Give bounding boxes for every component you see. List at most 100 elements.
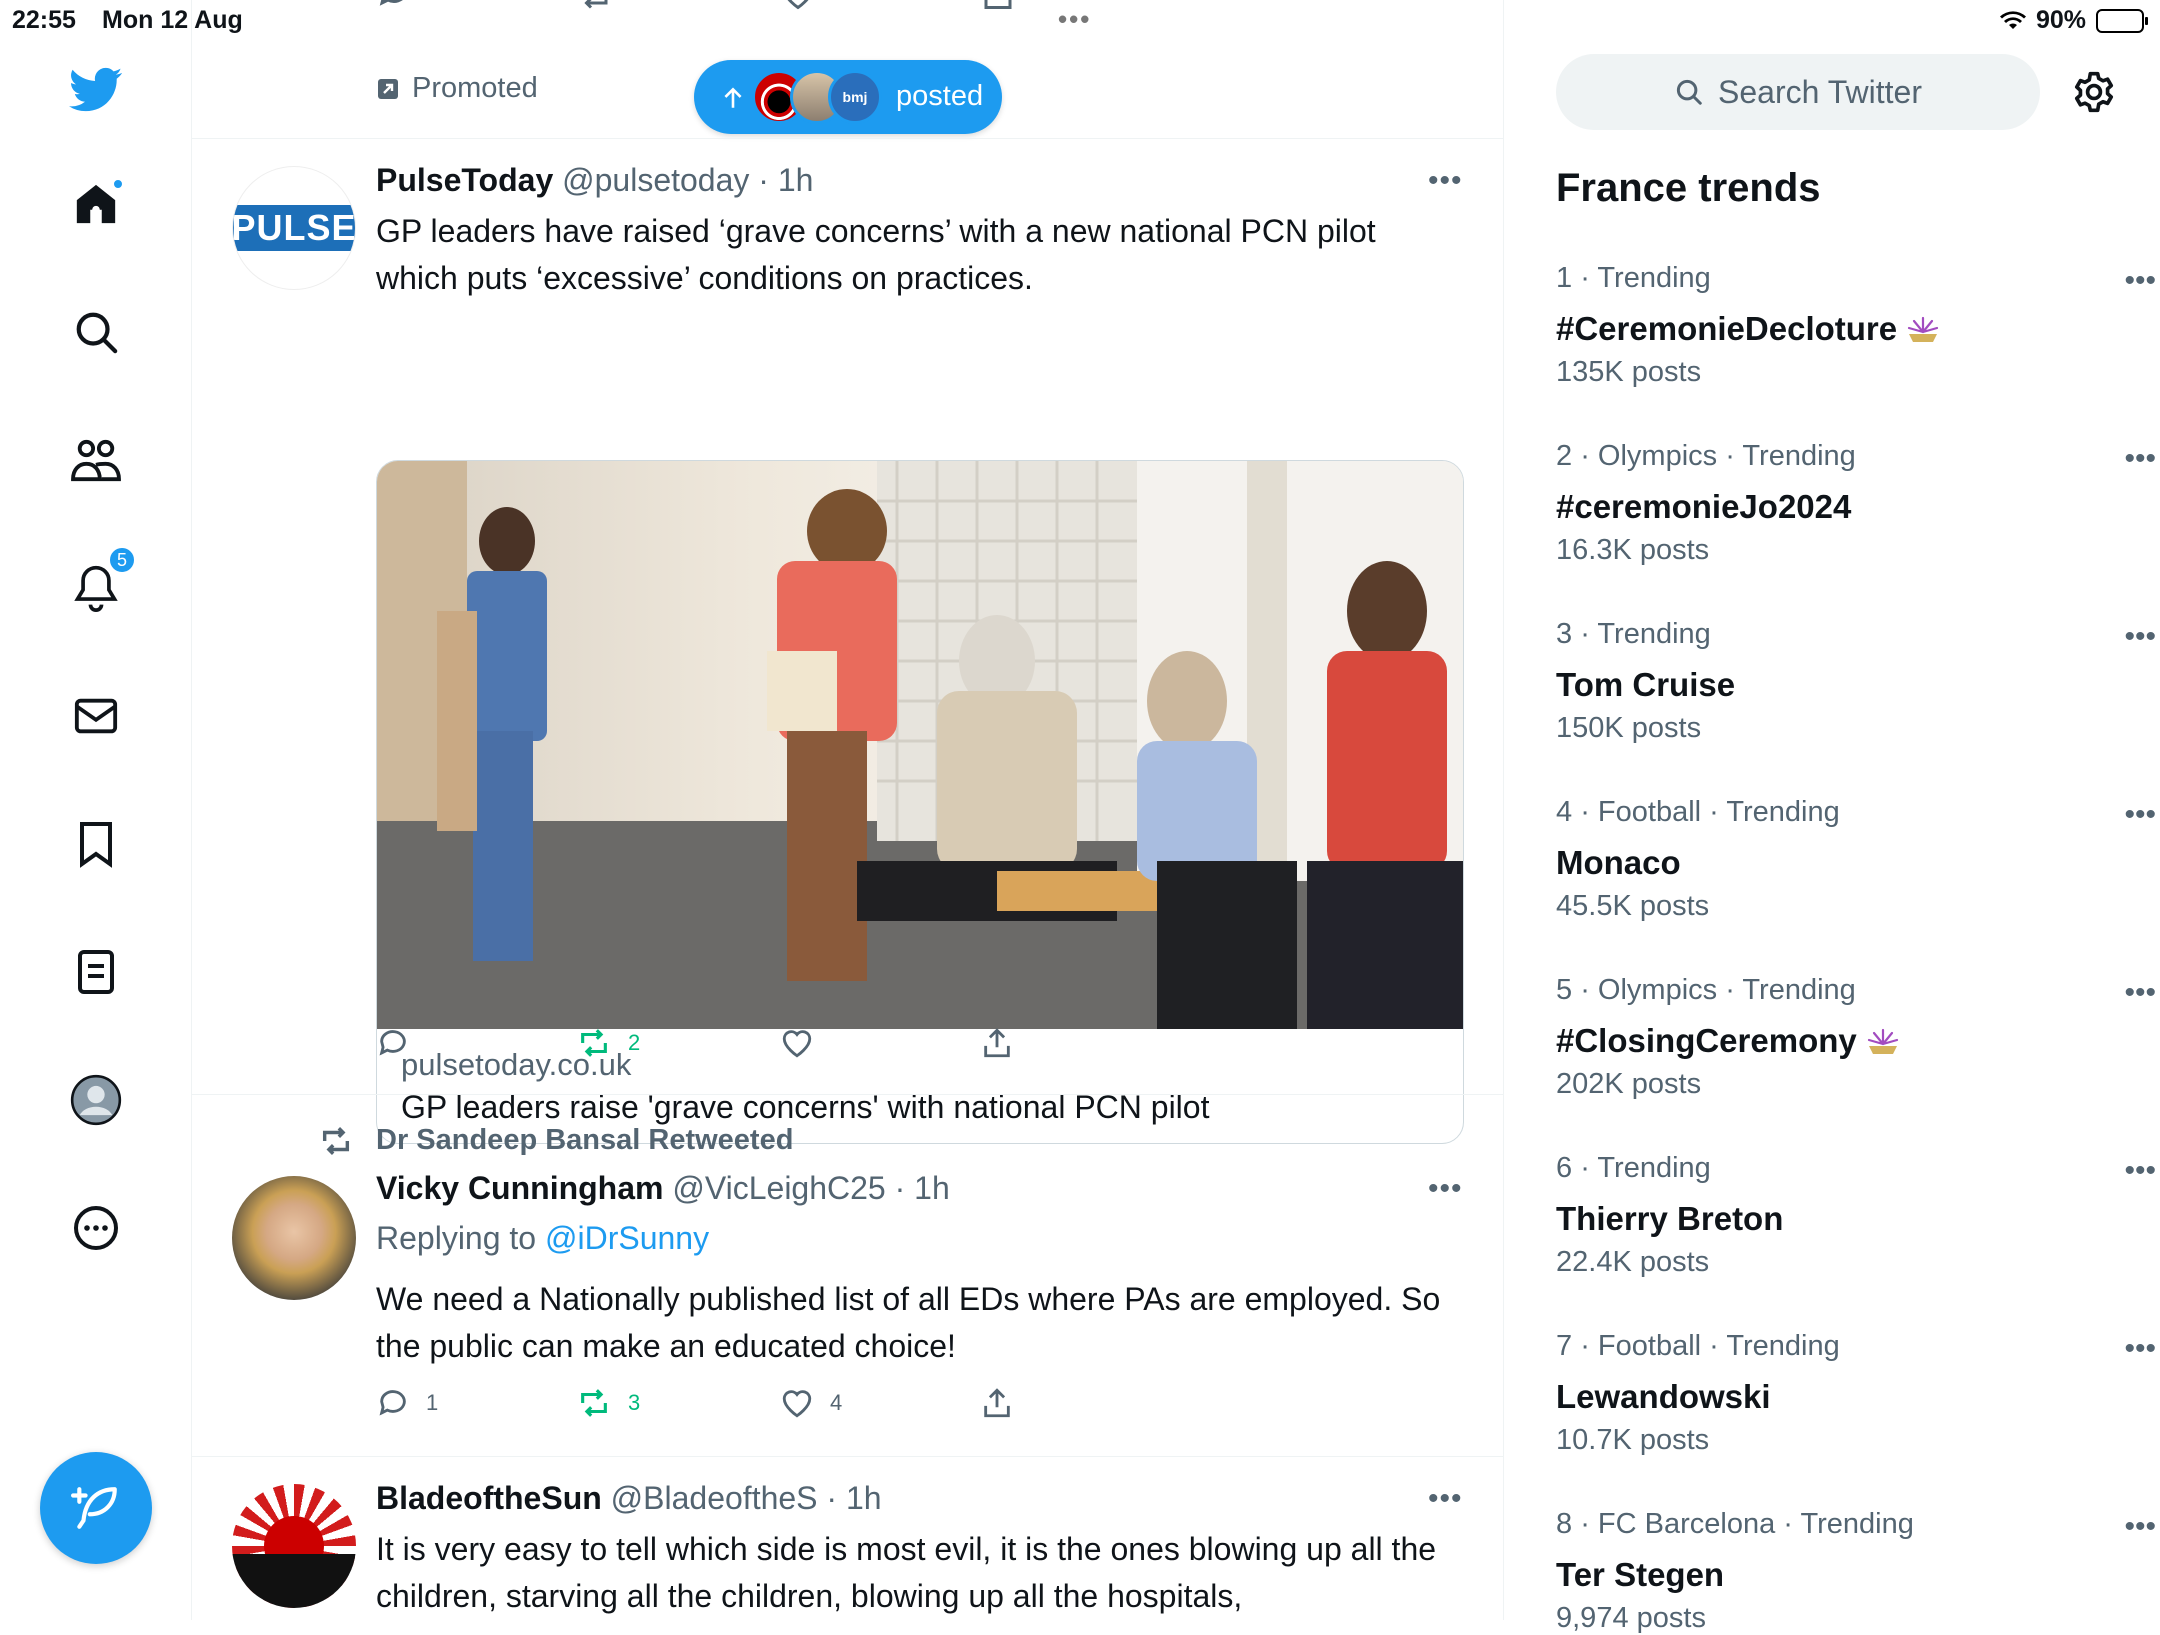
trend-item[interactable]: 1 · Trending #CeremonieDecloture 135K post… (1556, 262, 2156, 389)
trend-more-icon[interactable]: ••• (2124, 1154, 2156, 1188)
bookmarks-icon[interactable] (68, 816, 124, 872)
retweeted-by-label[interactable]: Dr Sandeep Bansal Retweeted (376, 1124, 793, 1157)
trend-more-icon[interactable]: ••• (2124, 1332, 2156, 1366)
search-icon (1676, 79, 1702, 105)
twitter-logo-icon[interactable] (68, 62, 124, 118)
notifications-bell-icon[interactable]: 5 (68, 546, 136, 616)
retweet-button[interactable]: 3 (576, 1386, 640, 1420)
tweet-more-icon[interactable]: ••• (1428, 1482, 1463, 1516)
author-handle[interactable]: @pulsetoday (562, 162, 749, 198)
trend-posts: 16.3K posts (1556, 534, 1710, 566)
compose-tweet-button[interactable] (40, 1452, 152, 1564)
author-name[interactable]: PulseToday (376, 162, 553, 198)
like-button[interactable]: 4 (780, 1386, 842, 1420)
tweet-time[interactable]: · 1h (895, 1170, 950, 1206)
trend-more-icon[interactable]: ••• (2124, 264, 2156, 298)
replying-to-handle[interactable]: @iDrSunny (545, 1220, 709, 1256)
trend-more-icon[interactable]: ••• (2124, 798, 2156, 832)
profile-avatar-icon[interactable] (68, 1072, 124, 1128)
messages-icon[interactable] (68, 688, 124, 744)
trend-rank: 2 (1556, 440, 1573, 472)
ceremony-emoji-icon (1908, 316, 1939, 342)
trend-item[interactable]: 8 · FC Barcelona · Trending Ter Stegen 9,9… (1556, 1508, 2156, 1635)
share-icon (984, 1028, 1010, 1058)
trend-item[interactable]: 4 · Football · Trending Monaco 45.5K posts… (1556, 796, 2156, 923)
tweet-more-icon[interactable]: ••• (1428, 164, 1463, 198)
share-icon (984, 1388, 1010, 1418)
home-icon[interactable] (68, 176, 124, 232)
share-button[interactable] (980, 1026, 1014, 1060)
pulse-logo-text: PULSE (233, 205, 355, 251)
avatar-vicky[interactable] (232, 1176, 356, 1300)
trend-context: 7 · Football · Trending (1556, 1330, 2116, 1370)
right-column: Search Twitter France trends 1 · Trendin… (1504, 0, 2160, 1634)
reply-button[interactable] (376, 1026, 410, 1060)
ceremony-emoji-icon (1867, 1028, 1898, 1054)
more-options-icon[interactable] (68, 1200, 124, 1256)
trend-item[interactable]: 6 · Trending Thierry Breton 22.4K posts ••• (1556, 1152, 2156, 1279)
heart-icon (782, 1390, 812, 1418)
tweet-text: We need a Nationally published list of a… (376, 1281, 1441, 1364)
trend-more-icon[interactable]: ••• (2124, 976, 2156, 1010)
trend-name-row: Tom Cruise (1556, 662, 2116, 708)
search-icon[interactable] (68, 304, 124, 360)
trend-context: 8 · FC Barcelona · Trending (1556, 1508, 2116, 1548)
trend-name-row: #ceremonieJo2024 (1556, 484, 2116, 530)
tweet-text: It is very easy to tell which side is mo… (376, 1531, 1437, 1614)
tweet-header: Vicky Cunningham @VicLeighC25 · 1h (376, 1170, 950, 1207)
sidebar: 5 (0, 0, 192, 1620)
search-twitter-input[interactable]: Search Twitter (1556, 54, 2040, 130)
trend-name: #ceremonieJo2024 (1556, 488, 1852, 525)
trend-name: Thierry Breton (1556, 1200, 1784, 1237)
retweet-icon (581, 1389, 607, 1417)
retweet-button[interactable]: 2 (576, 1026, 640, 1060)
avatar-pulsetoday[interactable]: PULSE (232, 166, 356, 290)
lists-icon[interactable] (68, 944, 124, 1000)
author-handle[interactable]: @BladeoftheS (611, 1480, 818, 1516)
trend-item[interactable]: 2 · Olympics · Trending #ceremonieJo2024 1… (1556, 440, 2156, 567)
retweet-count: 3 (628, 1390, 641, 1415)
tweet-vicky-cunningham[interactable]: Dr Sandeep Bansal Retweeted Vicky Cunnin… (192, 1094, 1503, 1456)
communities-icon[interactable] (68, 432, 124, 488)
avatar-bladeofthesun[interactable] (232, 1484, 356, 1608)
trend-more-icon[interactable]: ••• (2124, 620, 2156, 654)
trend-rank: 8 (1556, 1508, 1573, 1540)
settings-gear-icon[interactable] (2072, 70, 2116, 119)
trend-item[interactable]: 7 · Football · Trending Lewandowski 10.7K … (1556, 1330, 2156, 1457)
like-button[interactable] (780, 1026, 814, 1060)
tweet-time[interactable]: · 1h (826, 1480, 881, 1516)
new-posts-pill[interactable]: bmj posted (694, 60, 1002, 134)
trend-more-icon[interactable]: ••• (2124, 1510, 2156, 1544)
reply-button[interactable]: 1 (376, 1386, 438, 1420)
replying-to: Replying to @iDrSunny (376, 1220, 709, 1257)
tweet-more-icon[interactable]: ••• (1428, 1172, 1463, 1206)
author-name[interactable]: BladeoftheSun (376, 1480, 602, 1516)
trend-context: 2 · Olympics · Trending (1556, 440, 2116, 480)
promoted-text: Promoted (412, 72, 538, 104)
trend-posts: 22.4K posts (1556, 1246, 1710, 1278)
home-unread-dot (112, 178, 124, 190)
tweet-pulsetoday[interactable]: PULSE PulseToday @pulsetoday · 1h ••• GP… (192, 138, 1503, 1144)
tweet-actions: 1 3 4 (376, 1386, 1076, 1426)
trend-item[interactable]: 5 · Olympics · Trending #ClosingCeremony 2… (1556, 974, 2156, 1101)
pill-avatar-bmj: bmj (828, 70, 882, 124)
trend-more-icon[interactable]: ••• (2124, 442, 2156, 476)
share-button[interactable] (980, 1386, 1014, 1420)
retweet-count: 2 (628, 1030, 641, 1055)
trend-category: · Trending (1580, 1152, 1711, 1184)
trend-name-row: Lewandowski (1556, 1374, 2116, 1420)
tweet-bladeofthesun[interactable]: BladeoftheSun @BladeoftheS · 1h ••• It i… (192, 1456, 1503, 1620)
retweeted-icon (322, 1127, 350, 1155)
promoted-arrow-icon (378, 78, 398, 99)
trend-name: Lewandowski (1556, 1378, 1771, 1415)
like-count: 4 (830, 1390, 843, 1415)
trend-name-row: #ClosingCeremony (1556, 1018, 2116, 1064)
author-handle[interactable]: @VicLeighC25 (672, 1170, 885, 1206)
trend-category: · Olympics · Trending (1580, 974, 1856, 1006)
trend-posts: 135K posts (1556, 356, 1702, 388)
tweet-time[interactable]: · 1h (758, 162, 813, 198)
trend-posts: 150K posts (1556, 712, 1702, 744)
trend-item[interactable]: 3 · Trending Tom Cruise 150K posts ••• (1556, 618, 2156, 745)
author-name[interactable]: Vicky Cunningham (376, 1170, 663, 1206)
previous-tweet-actions (376, 0, 1236, 50)
